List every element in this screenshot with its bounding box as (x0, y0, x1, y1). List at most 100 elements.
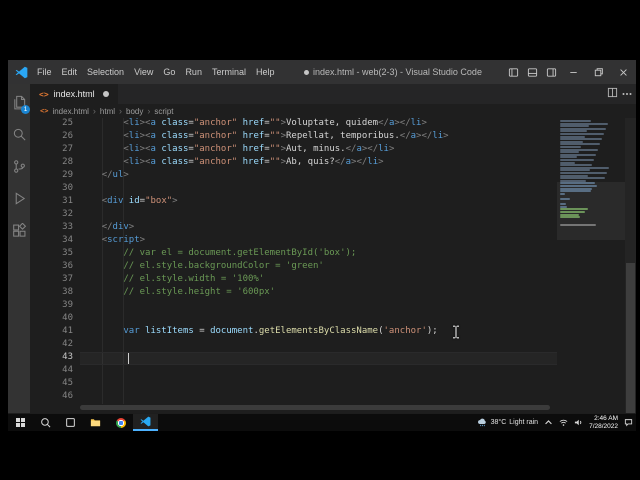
code-line-43[interactable] (80, 352, 557, 365)
menu-edit[interactable]: Edit (57, 67, 83, 77)
menu-help[interactable]: Help (251, 67, 280, 77)
code-line-41[interactable]: var listItems = document.getElementsByCl… (80, 326, 557, 339)
taskbar-chrome-icon[interactable] (108, 414, 133, 431)
toggle-secondary-sidebar-icon[interactable] (542, 60, 561, 84)
activity-source-control-icon[interactable] (8, 150, 30, 182)
minimap-line (560, 138, 602, 141)
breadcrumb-item-script[interactable]: script (154, 107, 173, 116)
tray-chevron-up-icon[interactable] (544, 418, 553, 427)
taskbar-clock[interactable]: 2:46 AM 7/28/2022 (589, 415, 618, 431)
line-number-25[interactable]: 25 (30, 118, 76, 131)
vscode-logo-icon (15, 66, 28, 78)
notification-center-icon[interactable] (624, 418, 633, 427)
tab-modified-dot-icon[interactable] (102, 91, 109, 97)
code-line-27[interactable]: <li><a class="anchor" href="">Aut, minus… (80, 144, 557, 157)
menu-selection[interactable]: Selection (82, 67, 129, 77)
activity-search-icon[interactable] (8, 118, 30, 150)
line-number-33[interactable]: 33 (30, 222, 76, 235)
desktop-screen: File Edit Selection View Go Run Terminal Help i… (8, 60, 636, 431)
line-number-28[interactable]: 28 (30, 157, 76, 170)
taskbar-start-icon[interactable] (8, 414, 33, 431)
line-number-26[interactable]: 26 (30, 131, 76, 144)
code-line-31[interactable]: <div id="box"> (80, 196, 557, 209)
line-number-43[interactable]: 43 (30, 352, 76, 365)
breadcrumb-separator-icon: › (92, 106, 96, 116)
activity-run-and-debug-icon[interactable] (8, 182, 30, 214)
network-icon[interactable] (559, 418, 568, 427)
line-number-31[interactable]: 31 (30, 196, 76, 209)
line-number-38[interactable]: 38 (30, 287, 76, 300)
toggle-sidebar-icon[interactable] (504, 60, 523, 84)
menu-go[interactable]: Go (158, 67, 180, 77)
code-line-34[interactable]: <script> (80, 235, 557, 248)
line-number-32[interactable]: 32 (30, 209, 76, 222)
code-line-44[interactable] (80, 365, 557, 378)
activity-extensions-icon[interactable] (8, 214, 30, 246)
code-pane[interactable]: <li><a class="anchor" href="">Voluptate,… (76, 118, 557, 413)
code-line-37[interactable]: // el.style.width = '100%' (80, 274, 557, 287)
tab-index-html[interactable]: <> index.html (30, 84, 119, 104)
code-line-32[interactable] (80, 209, 557, 222)
vertical-scrollbar[interactable] (625, 118, 636, 413)
weather-condition: Light rain (509, 419, 539, 426)
horizontal-scrollbar[interactable] (80, 405, 550, 410)
taskbar-apps (8, 414, 158, 431)
code-line-40[interactable] (80, 313, 557, 326)
close-button[interactable] (611, 60, 636, 84)
taskbar-file-explorer-icon[interactable] (83, 414, 108, 431)
menu-run[interactable]: Run (180, 67, 207, 77)
more-actions-icon[interactable] (626, 93, 628, 95)
breadcrumb-item-index-html[interactable]: index.html (52, 107, 88, 116)
code-line-26[interactable]: <li><a class="anchor" href="">Repellat, … (80, 131, 557, 144)
line-number-45[interactable]: 45 (30, 378, 76, 391)
volume-icon[interactable] (574, 418, 583, 427)
line-number-29[interactable]: 29 (30, 170, 76, 183)
line-number-27[interactable]: 27 (30, 144, 76, 157)
code-line-29[interactable]: </ul> (80, 170, 557, 183)
split-editor-icon[interactable] (607, 85, 618, 103)
minimize-button[interactable] (561, 60, 586, 84)
code-line-35[interactable]: // var el = document.getElementById('box… (80, 248, 557, 261)
line-number-41[interactable]: 41 (30, 326, 76, 339)
code-editor[interactable]: 25 26 27 28 29 30 31 32 33 34 35 36 37 38 39 40 41 42 43 44… (30, 118, 636, 413)
line-number-39[interactable]: 39 (30, 300, 76, 313)
line-number-46[interactable]: 46 (30, 391, 76, 404)
taskbar-vscode-icon[interactable] (133, 414, 158, 431)
toggle-panel-icon[interactable] (523, 60, 542, 84)
code-line-30[interactable] (80, 183, 557, 196)
code-line-28[interactable]: <li><a class="anchor" href="">Ab, quis?<… (80, 157, 557, 170)
menu-terminal[interactable]: Terminal (207, 67, 251, 77)
titlebar-controls (504, 60, 636, 84)
line-number-36[interactable]: 36 (30, 261, 76, 274)
menu-view[interactable]: View (129, 67, 158, 77)
code-line-25[interactable]: <li><a class="anchor" href="">Voluptate,… (80, 118, 557, 131)
minimap-line (560, 146, 581, 148)
line-number-35[interactable]: 35 (30, 248, 76, 261)
code-line-33[interactable]: </div> (80, 222, 557, 235)
code-line-45[interactable] (80, 378, 557, 391)
menu-file[interactable]: File (32, 67, 57, 77)
line-number-34[interactable]: 34 (30, 235, 76, 248)
line-number-42[interactable]: 42 (30, 339, 76, 352)
restore-button[interactable] (586, 60, 611, 84)
line-number-44[interactable]: 44 (30, 365, 76, 378)
code-line-46[interactable] (80, 391, 557, 404)
code-line-42[interactable] (80, 339, 557, 352)
breadcrumb-item-html[interactable]: html (100, 107, 115, 116)
line-number-37[interactable]: 37 (30, 274, 76, 287)
activity-explorer-icon[interactable]: 1 (8, 86, 30, 118)
code-line-38[interactable]: // el.style.height = '600px' (80, 287, 557, 300)
minimap-line (560, 125, 589, 128)
tab-bar: <> index.html (30, 84, 636, 104)
code-line-36[interactable]: // el.style.backgroundColor = 'green' (80, 261, 557, 274)
code-line-39[interactable] (80, 300, 557, 313)
breadcrumb-item-body[interactable]: body (126, 107, 143, 116)
taskbar-weather-widget[interactable]: 38°C Light rain (477, 418, 538, 427)
minimap-slider[interactable] (557, 182, 625, 240)
taskbar-search-icon[interactable] (33, 414, 58, 431)
taskbar-task-view-icon[interactable] (58, 414, 83, 431)
minimap[interactable] (557, 118, 625, 413)
line-number-40[interactable]: 40 (30, 313, 76, 326)
line-number-30[interactable]: 30 (30, 183, 76, 196)
vertical-scrollbar-thumb[interactable] (626, 262, 635, 413)
